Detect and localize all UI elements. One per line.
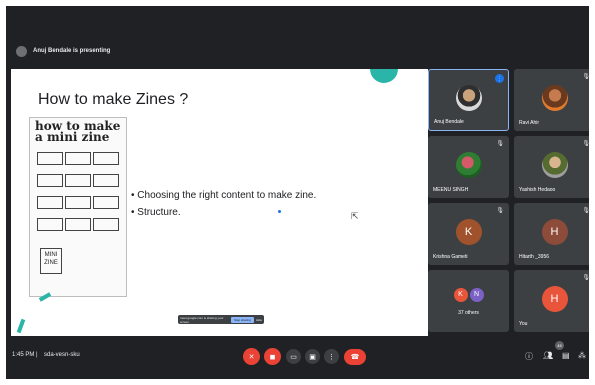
avatar [541, 85, 568, 112]
participant-name: Yashish Hedaoo [519, 187, 556, 193]
participant-name: Krishna Gameti [433, 254, 468, 260]
slide-bullets: • Choosing the right content to make zin… [131, 187, 316, 221]
participant-name: MEENU SINGH [433, 187, 469, 193]
hide-button[interactable]: Hide [256, 318, 262, 322]
speaking-indicator-icon: ⋮ [495, 74, 504, 83]
avatar: K [453, 287, 468, 302]
mic-off-icon: 🎙︎ [496, 208, 504, 214]
control-bar: 1:45 PM | sda-vesn-sku ✕ ◼ ▭ ▣ ⋮ ☎ ⓘ 👥︎ … [6, 341, 589, 371]
avatar: N [469, 287, 484, 302]
zine-fold-diagram [36, 150, 122, 238]
avatar: H [541, 286, 568, 313]
avatar [455, 85, 482, 112]
avatar [541, 152, 568, 179]
mini-zine-sketch: MINI ZINE [40, 248, 62, 274]
avatar: K [455, 219, 482, 246]
share-bar-text: meet.google.com is sharing your screen. [180, 315, 224, 324]
more-icon[interactable]: ⋮ [324, 349, 339, 364]
separator: | [36, 352, 38, 358]
mic-off-icon: 🎙︎ [496, 141, 504, 147]
presenter-avatar [16, 45, 27, 57]
time-text: 1:45 PM [12, 352, 35, 358]
decorative-circle [370, 69, 398, 83]
shared-slide: How to make Zines ? how to make a mini z… [11, 69, 428, 336]
participant-name: Ravi Ahir [519, 120, 540, 126]
participant-tile[interactable]: 🎙︎ MEENU SINGH [428, 136, 509, 198]
slide-title: How to make Zines ? [38, 91, 189, 108]
zine-instructions-image: how to make a mini zine MINI ZINE [29, 117, 127, 297]
people-count-badge: 45 [555, 341, 564, 350]
avatar [455, 152, 482, 179]
meeting-code: sda-vesn-sku [44, 352, 80, 358]
participant-name: Hitarth _3956 [519, 254, 550, 260]
clock: 1:45 PM | [12, 352, 38, 358]
others-count: 37 others [458, 310, 479, 316]
pointer-dot [278, 210, 281, 213]
decorative-dash [16, 318, 26, 334]
activities-icon[interactable]: ⁂ [578, 351, 586, 360]
participant-tile[interactable]: 🎙︎ Ravi Ahir [514, 69, 589, 131]
participant-tile[interactable]: K 🎙︎ Krishna Gameti [428, 203, 509, 265]
mic-off-icon[interactable]: ✕ [243, 348, 260, 365]
camera-off-icon[interactable]: ◼ [264, 348, 281, 365]
others-tile[interactable]: K N 37 others [428, 270, 509, 332]
present-icon[interactable]: ▣ [305, 349, 320, 364]
self-tile[interactable]: H 🎙︎ You [514, 270, 589, 332]
zine-heading: how to make a mini zine [35, 119, 121, 144]
presenting-text: Anuj Bendale is presenting [33, 48, 111, 54]
stop-sharing-button[interactable]: Stop sharing [230, 316, 254, 323]
avatar: H [541, 219, 568, 246]
participant-tile[interactable]: ⋮ Anuj Bendale [428, 69, 509, 131]
mic-off-icon: 🎙︎ [582, 141, 589, 147]
people-icon[interactable]: 👥︎ [543, 351, 553, 360]
mic-off-icon: 🎙︎ [582, 74, 589, 80]
mouse-cursor-icon: ⇱ [351, 211, 359, 221]
bullet-item: • Structure. [131, 207, 181, 218]
others-avatars: K N [453, 287, 485, 302]
info-icon[interactable]: ⓘ [525, 351, 533, 362]
participant-tile[interactable]: 🎙︎ Yashish Hedaoo [514, 136, 589, 198]
bullet-item: • Choosing the right content to make zin… [131, 190, 317, 201]
participant-name: Anuj Bendale [434, 119, 464, 125]
mic-off-icon: 🎙︎ [582, 275, 589, 281]
captions-icon[interactable]: ▭ [286, 349, 301, 364]
end-call-icon[interactable]: ☎ [344, 349, 366, 365]
participant-tile[interactable]: H 🎙︎ Hitarth _3956 [514, 203, 589, 265]
participant-name: You [519, 321, 528, 327]
presenting-banner: Anuj Bendale is presenting [6, 40, 589, 62]
meet-window: Anuj Bendale is presenting How to make Z… [6, 6, 589, 379]
screen-share-bar: meet.google.com is sharing your screen. … [178, 315, 264, 324]
mic-off-icon: 🎙︎ [582, 208, 589, 214]
chat-icon[interactable]: ▤ [562, 351, 570, 360]
